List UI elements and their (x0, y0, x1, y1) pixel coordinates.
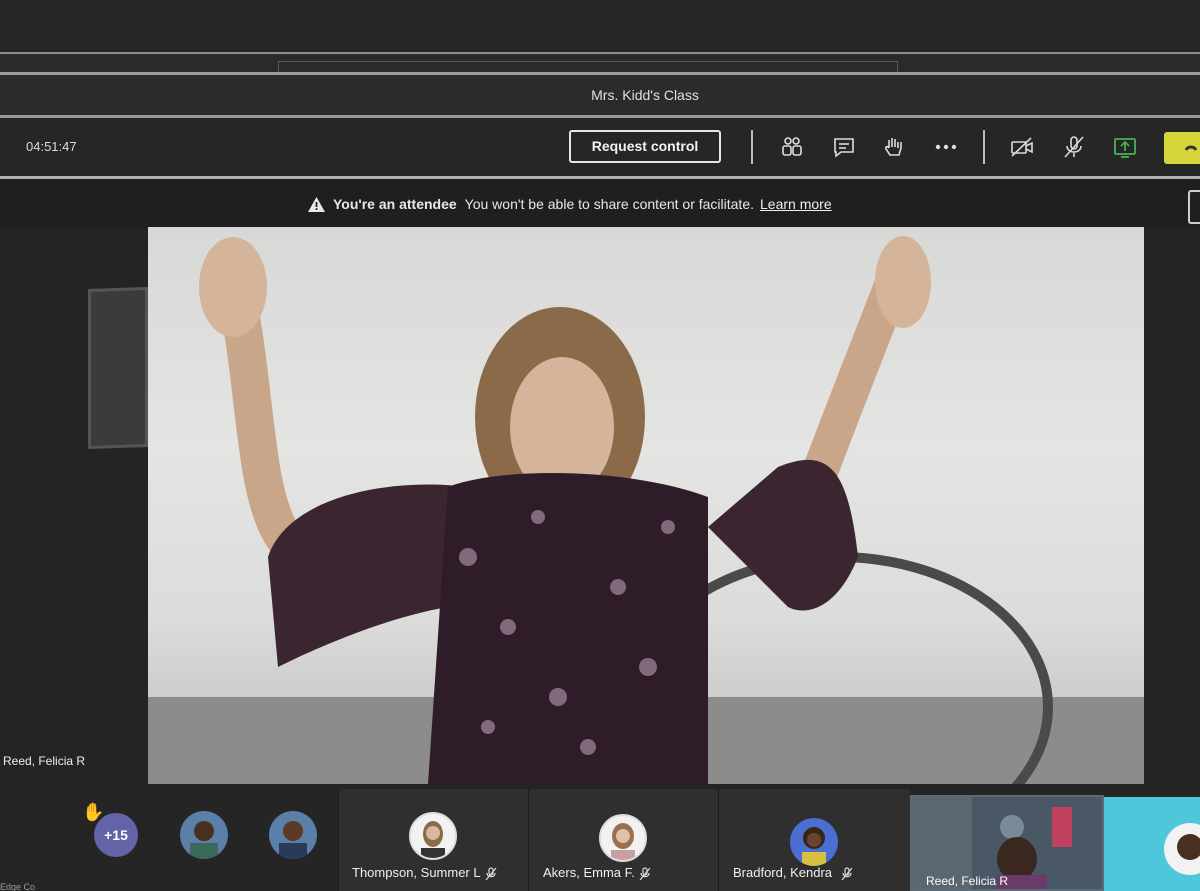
taskbar-label: Edge Co (0, 882, 36, 891)
self-name: Reed, Felicia R (926, 874, 1009, 888)
avatar (409, 812, 457, 860)
attendee-banner: You're an attendee You won't be able to … (0, 179, 1200, 229)
controls-separator (751, 130, 753, 164)
background-poster (88, 286, 148, 450)
address-bar[interactable] (278, 61, 898, 72)
participant-name: Akers, Emma F. (543, 865, 635, 880)
camera-off-icon[interactable] (1009, 134, 1035, 160)
monitor-bezel (0, 0, 1200, 52)
presenter-video (148, 227, 1144, 784)
learn-more-link[interactable]: Learn more (760, 196, 832, 212)
warning-icon (308, 196, 325, 212)
more-participants-badge[interactable]: +15 (94, 813, 138, 857)
participant-name: Thompson, Summer L (352, 865, 481, 880)
chat-icon[interactable] (831, 134, 857, 160)
presenter-figure (148, 236, 1144, 784)
share-icon[interactable] (1112, 134, 1138, 160)
hang-up-icon (1184, 145, 1198, 151)
meeting-timer: 04:51:47 (26, 139, 77, 154)
window-titlebar: Mrs. Kidd's Class (0, 75, 1200, 115)
presenter-name: Reed, Felicia R (3, 754, 86, 768)
banner-title: You're an attendee (333, 196, 457, 212)
participant-name: Bradford, Kendra (733, 865, 833, 880)
mic-off-icon[interactable] (1061, 134, 1087, 160)
avatar (599, 814, 647, 862)
raise-hand-icon[interactable] (881, 134, 907, 160)
meeting-controls: 04:51:47 Request control (0, 118, 1200, 176)
participant-tile[interactable] (1104, 797, 1200, 891)
mic-off-icon (639, 867, 651, 881)
banner-message: You won't be able to share content or fa… (464, 196, 755, 212)
avatar (790, 818, 838, 866)
mic-off-icon (841, 867, 853, 881)
hang-up-button[interactable] (1164, 132, 1200, 164)
side-panel-toggle[interactable] (1188, 190, 1200, 224)
controls-separator (983, 130, 985, 164)
mic-off-icon (485, 867, 497, 881)
avatar[interactable] (180, 811, 228, 859)
avatar[interactable] (269, 811, 317, 859)
request-control-button[interactable]: Request control (569, 130, 721, 163)
more-options-icon[interactable] (933, 134, 959, 160)
window-title: Mrs. Kidd's Class (591, 87, 699, 103)
participants-icon[interactable] (779, 134, 805, 160)
